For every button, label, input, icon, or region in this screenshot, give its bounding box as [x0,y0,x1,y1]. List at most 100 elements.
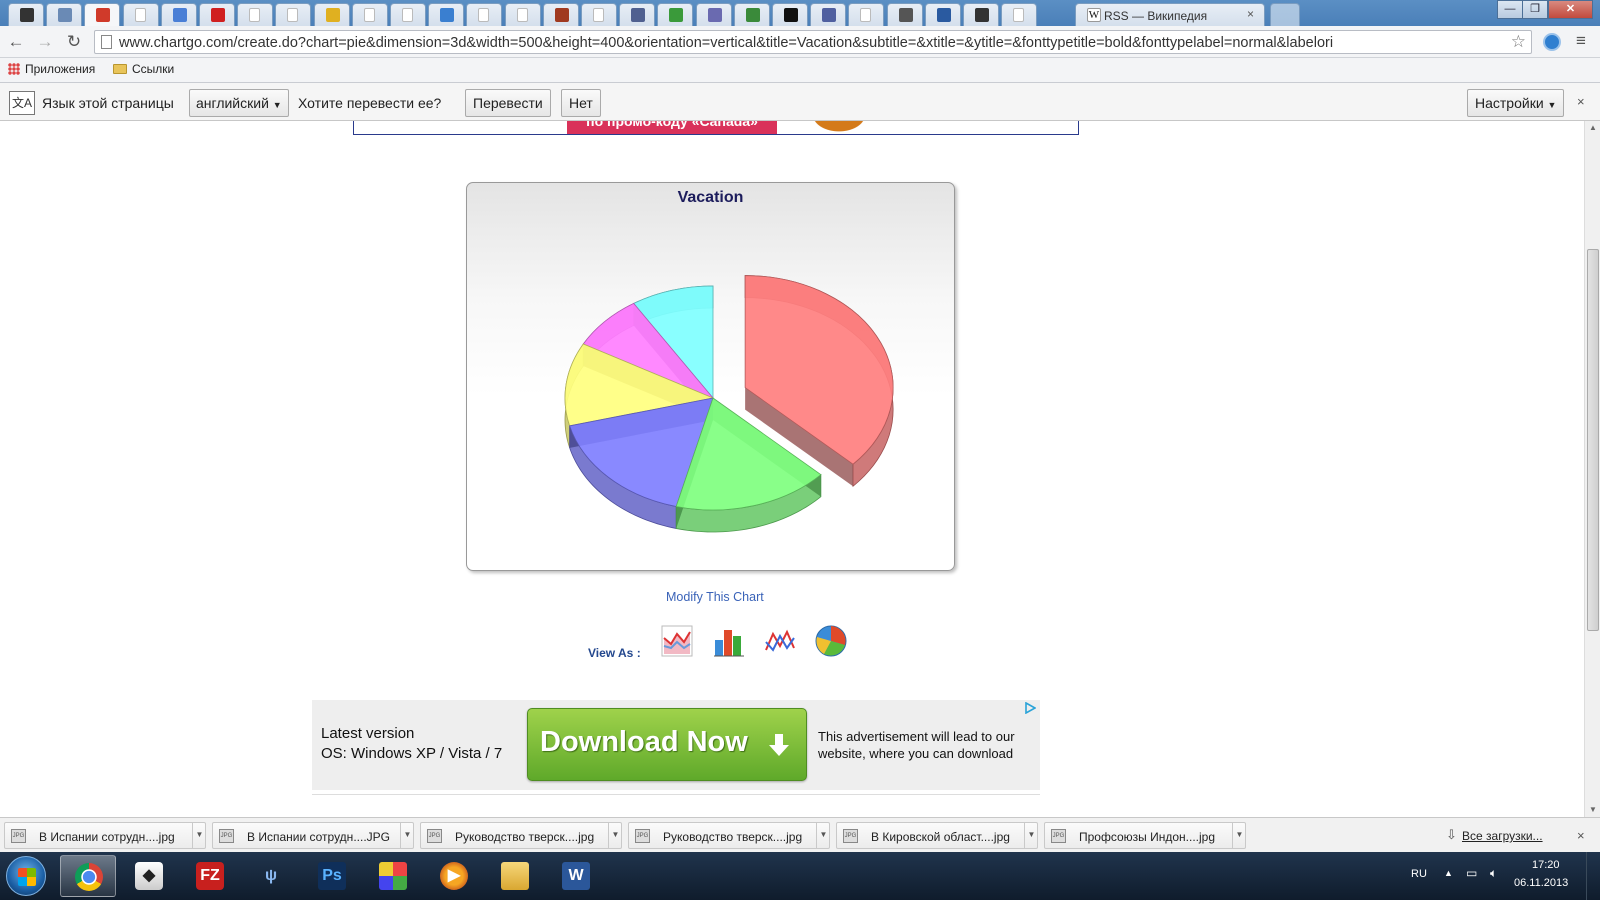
download-filename: В Кировской област....jpg [871,830,1010,844]
bar-chart-icon[interactable] [712,624,746,658]
browser-tab[interactable] [199,3,235,26]
no-translate-button[interactable]: Нет [561,89,601,117]
forward-button[interactable]: → [34,32,56,52]
puzzle-icon [669,8,684,22]
line-chart-icon[interactable] [763,624,797,658]
browser-tab[interactable] [1001,3,1038,26]
download-item[interactable]: JPG В Испании сотрудн....JPG ▼ [212,822,414,849]
browser-tab[interactable] [428,3,465,26]
adchoices-icon[interactable] [1024,702,1036,714]
browser-tab[interactable] [46,3,83,26]
browser-tab[interactable] [351,3,388,26]
volume-icon[interactable]: 🔈︎ [1490,866,1497,881]
download-item[interactable]: JPG Профсоюзы Индон....jpg ▼ [1044,822,1246,849]
taskbar-app[interactable] [60,855,116,897]
download-ad[interactable]: Latest version OS: Windows XP / Vista / … [312,700,1040,790]
scroll-down-icon[interactable]: ▼ [1589,805,1597,814]
browser-tab[interactable] [924,3,961,26]
tab-wikipedia-rss[interactable]: W RSS — Википедия × [1075,3,1265,26]
network-icon[interactable]: ▭ [1466,866,1477,880]
page-icon [516,8,528,22]
browser-tab[interactable] [848,3,885,26]
taskbar-app[interactable]: ▶ [426,855,482,897]
browser-tab[interactable] [886,3,923,26]
inkscape-icon: ◆ [135,862,163,890]
translate-close-icon[interactable]: × [1577,94,1585,109]
modify-chart-link[interactable]: Modify This Chart [666,590,764,604]
download-now-button[interactable]: Download Now [527,708,807,781]
bookmark-apps[interactable]: Приложения [8,62,95,76]
scrollbar-thumb[interactable] [1587,249,1599,631]
taskbar-app[interactable]: W [548,855,604,897]
address-bar[interactable]: www.chartgo.com/create.do?chart=pie&dime… [94,30,1532,54]
browser-tab[interactable] [772,3,808,26]
translate-button[interactable]: Перевести [465,89,551,117]
page-icon [402,8,413,22]
browser-tab[interactable] [275,3,312,26]
download-menu-icon[interactable]: ▼ [400,822,414,849]
area-chart-icon[interactable] [660,624,694,658]
browser-tab[interactable] [390,3,426,26]
minimize-button[interactable]: — [1497,0,1523,19]
reload-button[interactable]: ↻ [63,32,85,52]
browser-tab[interactable] [160,3,197,26]
apps-icon [8,63,20,75]
browser-tab[interactable] [733,3,770,26]
new-tab-button[interactable] [1270,3,1300,26]
banner-image [809,121,869,134]
top-ad-banner[interactable]: по промо-коду «Canada» [353,121,1079,135]
all-downloads-link[interactable]: Все загрузки... [1462,829,1543,843]
tray-expand-icon[interactable]: ▲ [1444,868,1453,878]
download-item[interactable]: JPG В Испании сотрудн....jpg ▼ [4,822,206,849]
browser-tab[interactable] [619,3,656,26]
taskbar-app[interactable] [487,855,543,897]
browser-tab[interactable] [542,3,579,26]
browser-tab[interactable] [122,3,159,26]
tab-close-icon[interactable]: × [1247,7,1254,21]
chrome-menu-icon[interactable]: ≡ [1576,31,1586,51]
browser-tab[interactable] [695,3,732,26]
taskbar-app[interactable]: FZ [182,855,238,897]
download-menu-icon[interactable]: ▼ [816,822,830,849]
taskbar-app[interactable] [365,855,421,897]
browser-tab[interactable] [963,3,999,26]
download-menu-icon[interactable]: ▼ [608,822,622,849]
start-button[interactable] [6,856,46,896]
download-item[interactable]: JPG Руководство тверск....jpg ▼ [628,822,830,849]
bookmark-star-icon[interactable]: ☆ [1511,32,1526,52]
browser-tab[interactable] [84,3,121,26]
url-text[interactable]: www.chartgo.com/create.do?chart=pie&dime… [119,35,1499,51]
taskbar-app[interactable]: ψ [243,855,299,897]
browser-tab[interactable] [581,3,617,26]
browser-tab[interactable] [8,3,44,26]
browser-tab[interactable] [810,3,847,26]
download-menu-icon[interactable]: ▼ [1024,822,1038,849]
maximize-button[interactable]: ❐ [1522,0,1548,19]
taskbar-app[interactable]: ◆ [121,855,177,897]
taskbar-app[interactable]: Ps [304,855,360,897]
download-item[interactable]: JPG В Кировской област....jpg ▼ [836,822,1038,849]
translate-settings-button[interactable]: Настройки ▼ [1467,89,1565,117]
browser-tab[interactable] [237,3,274,26]
clock-time[interactable]: 17:20 [1532,859,1560,871]
browser-tab[interactable] [504,3,541,26]
download-menu-icon[interactable]: ▼ [192,822,206,849]
browser-tab[interactable] [313,3,350,26]
download-menu-icon[interactable]: ▼ [1232,822,1246,849]
browser-tab[interactable] [657,3,694,26]
browser-tab[interactable] [466,3,503,26]
extension-icon[interactable] [1543,33,1561,51]
scroll-up-icon[interactable]: ▲ [1589,123,1597,132]
chart-container: Vacation [466,182,955,571]
bookmark-folder-links[interactable]: Ссылки [113,62,174,76]
show-desktop-button[interactable] [1586,852,1600,900]
downloads-close-icon[interactable]: × [1577,828,1585,843]
back-button[interactable]: ← [5,32,27,52]
page-scrollbar[interactable]: ▲ ▼ [1584,121,1600,817]
language-select[interactable]: английский ▼ [189,89,289,117]
language-indicator[interactable]: RU [1411,868,1427,880]
download-item[interactable]: JPG Руководство тверск....jpg ▼ [420,822,622,849]
pie-chart-icon[interactable] [814,624,848,658]
clock-date[interactable]: 06.11.2013 [1514,877,1568,889]
window-close-button[interactable]: ✕ [1548,0,1593,19]
